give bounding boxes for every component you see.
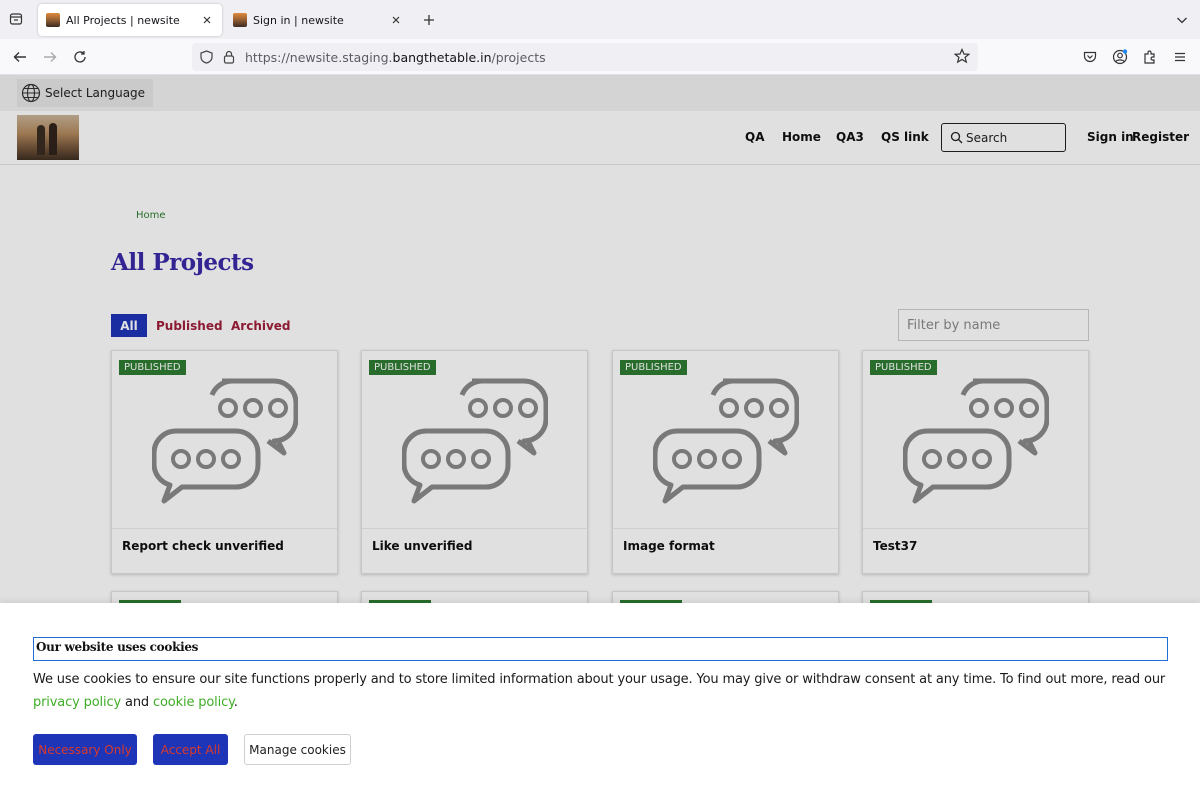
close-tab-icon[interactable]	[200, 13, 214, 27]
manage-cookies-button[interactable]: Manage cookies	[244, 734, 351, 765]
cookie-policy-link[interactable]: cookie policy	[153, 695, 234, 710]
tab-title: All Projects | newsite	[66, 13, 180, 27]
cookie-description: We use cookies to ensure our site functi…	[33, 672, 1166, 687]
chevron-down-icon[interactable]	[1172, 10, 1192, 30]
close-tab-icon[interactable]	[389, 13, 403, 27]
address-bar[interactable]: https://newsite.staging.bangthetable.in/…	[192, 43, 978, 71]
url-host: bangthetable.in	[392, 49, 492, 65]
accept-all-button[interactable]: Accept All	[153, 734, 228, 765]
cookie-banner-title: Our website uses cookies	[33, 637, 1168, 661]
browser-tab-bar: All Projects | newsite Sign in | newsite	[0, 0, 1200, 39]
menu-icon[interactable]	[1170, 47, 1190, 67]
cookie-banner-text: We use cookies to ensure our site functi…	[33, 668, 1168, 714]
url-text: https://newsite.staging.bangthetable.in/…	[245, 50, 546, 65]
url-prefix: https://newsite.staging.	[245, 49, 393, 65]
site-favicon-icon	[233, 13, 247, 27]
browser-tab-sign-in[interactable]: Sign in | newsite	[225, 4, 411, 36]
cookie-and-text: and	[121, 695, 153, 710]
shield-icon[interactable]	[197, 48, 215, 66]
bookmark-star-icon[interactable]	[953, 48, 972, 66]
tab-title: Sign in | newsite	[253, 13, 344, 27]
new-tab-icon[interactable]	[419, 10, 439, 30]
back-arrow-icon[interactable]	[10, 47, 30, 67]
necessary-only-button[interactable]: Necessary Only	[33, 734, 137, 765]
cookie-period: .	[233, 695, 238, 710]
url-path: /projects	[491, 49, 546, 65]
forward-arrow-icon[interactable]	[40, 47, 60, 67]
privacy-policy-link[interactable]: privacy policy	[33, 695, 121, 710]
site-favicon-icon	[46, 13, 60, 27]
cookie-banner: Our website uses cookies We use cookies …	[0, 603, 1200, 800]
account-icon[interactable]	[1110, 47, 1130, 67]
browser-navigation-bar: https://newsite.staging.bangthetable.in/…	[0, 39, 1200, 75]
pocket-icon[interactable]	[1080, 47, 1100, 67]
browser-tab-all-projects[interactable]: All Projects | newsite	[38, 4, 222, 36]
tab-list-icon[interactable]	[6, 9, 26, 29]
reload-icon[interactable]	[70, 47, 90, 67]
extensions-icon[interactable]	[1140, 47, 1160, 67]
lock-icon[interactable]	[220, 48, 238, 66]
